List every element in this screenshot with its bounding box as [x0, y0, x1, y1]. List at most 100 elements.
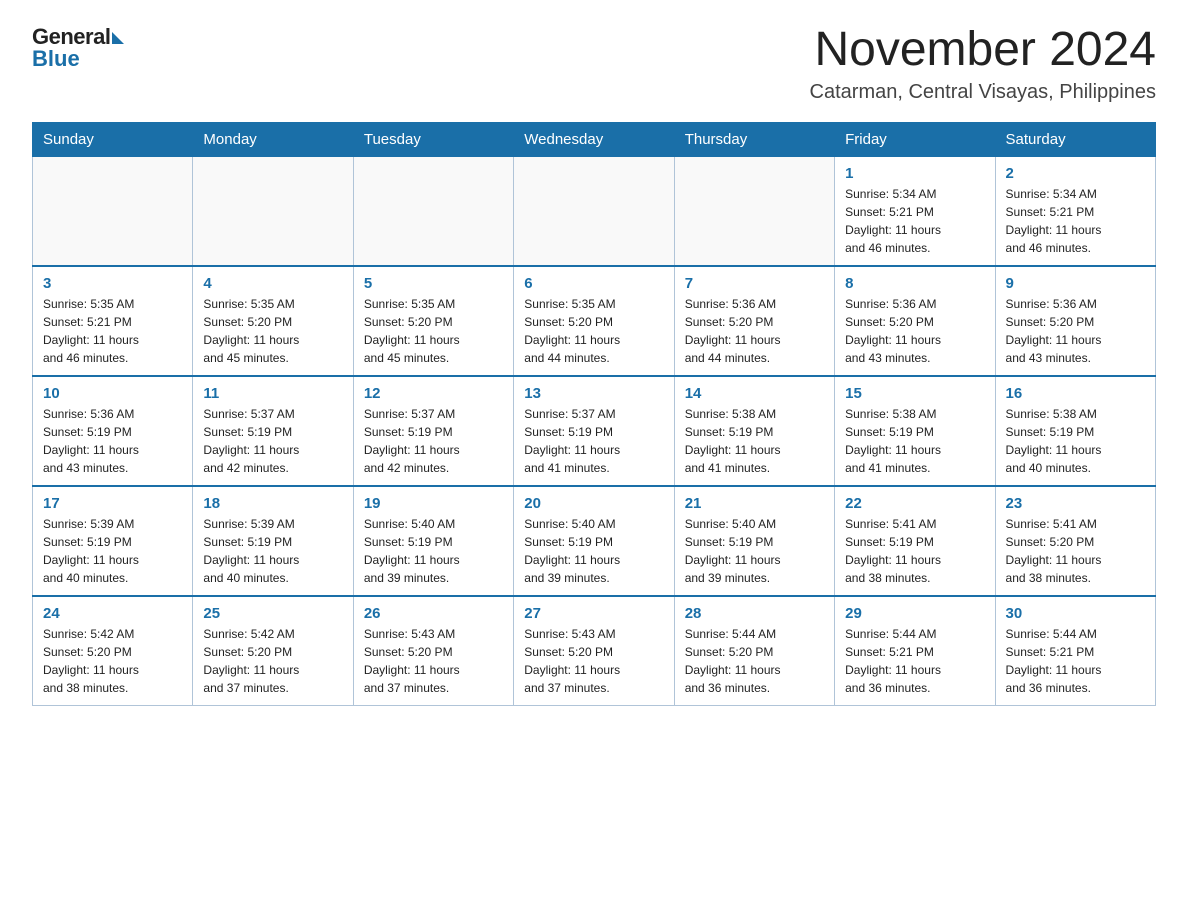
day-number: 29 — [845, 605, 984, 622]
day-number: 9 — [1006, 275, 1145, 292]
calendar-header: SundayMondayTuesdayWednesdayThursdayFrid… — [33, 122, 1156, 156]
day-number: 3 — [43, 275, 182, 292]
day-number: 6 — [524, 275, 663, 292]
calendar-cell: 5 Sunrise: 5:35 AM Sunset: 5:20 PM Daylig… — [353, 266, 513, 376]
weekday-header-saturday: Saturday — [995, 122, 1155, 156]
day-number: 8 — [845, 275, 984, 292]
day-number: 12 — [364, 385, 503, 402]
calendar-table: SundayMondayTuesdayWednesdayThursdayFrid… — [32, 122, 1156, 706]
day-info: Sunrise: 5:44 AM Sunset: 5:20 PM Dayligh… — [685, 625, 824, 697]
calendar-cell: 13 Sunrise: 5:37 AM Sunset: 5:19 PM Dayli… — [514, 376, 674, 486]
calendar-cell: 16 Sunrise: 5:38 AM Sunset: 5:19 PM Dayli… — [995, 376, 1155, 486]
day-number: 19 — [364, 495, 503, 512]
day-number: 11 — [203, 385, 342, 402]
day-info: Sunrise: 5:36 AM Sunset: 5:20 PM Dayligh… — [685, 295, 824, 367]
day-info: Sunrise: 5:35 AM Sunset: 5:21 PM Dayligh… — [43, 295, 182, 367]
day-info: Sunrise: 5:35 AM Sunset: 5:20 PM Dayligh… — [524, 295, 663, 367]
calendar-week-row: 1 Sunrise: 5:34 AM Sunset: 5:21 PM Daylig… — [33, 156, 1156, 266]
day-info: Sunrise: 5:41 AM Sunset: 5:19 PM Dayligh… — [845, 515, 984, 587]
calendar-cell: 1 Sunrise: 5:34 AM Sunset: 5:21 PM Daylig… — [835, 156, 995, 266]
weekday-header-monday: Monday — [193, 122, 353, 156]
day-number: 25 — [203, 605, 342, 622]
day-info: Sunrise: 5:36 AM Sunset: 5:20 PM Dayligh… — [1006, 295, 1145, 367]
title-block: November 2024 Catarman, Central Visayas,… — [810, 24, 1156, 104]
calendar-week-row: 3 Sunrise: 5:35 AM Sunset: 5:21 PM Daylig… — [33, 266, 1156, 376]
day-info: Sunrise: 5:36 AM Sunset: 5:20 PM Dayligh… — [845, 295, 984, 367]
calendar-cell — [353, 156, 513, 266]
day-number: 14 — [685, 385, 824, 402]
day-number: 24 — [43, 605, 182, 622]
day-info: Sunrise: 5:43 AM Sunset: 5:20 PM Dayligh… — [364, 625, 503, 697]
day-number: 17 — [43, 495, 182, 512]
calendar-cell: 29Sunrise: 5:44 AM Sunset: 5:21 PM Dayli… — [835, 596, 995, 706]
day-info: Sunrise: 5:37 AM Sunset: 5:19 PM Dayligh… — [203, 405, 342, 477]
day-info: Sunrise: 5:42 AM Sunset: 5:20 PM Dayligh… — [43, 625, 182, 697]
day-info: Sunrise: 5:40 AM Sunset: 5:19 PM Dayligh… — [524, 515, 663, 587]
day-number: 5 — [364, 275, 503, 292]
day-info: Sunrise: 5:35 AM Sunset: 5:20 PM Dayligh… — [364, 295, 503, 367]
day-info: Sunrise: 5:38 AM Sunset: 5:19 PM Dayligh… — [1006, 405, 1145, 477]
calendar-cell: 17 Sunrise: 5:39 AM Sunset: 5:19 PM Dayli… — [33, 486, 193, 596]
day-info: Sunrise: 5:35 AM Sunset: 5:20 PM Dayligh… — [203, 295, 342, 367]
day-number: 27 — [524, 605, 663, 622]
calendar-cell: 19 Sunrise: 5:40 AM Sunset: 5:19 PM Dayli… — [353, 486, 513, 596]
day-info: Sunrise: 5:43 AM Sunset: 5:20 PM Dayligh… — [524, 625, 663, 697]
day-info: Sunrise: 5:44 AM Sunset: 5:21 PM Dayligh… — [1006, 625, 1145, 697]
calendar-cell: 8 Sunrise: 5:36 AM Sunset: 5:20 PM Daylig… — [835, 266, 995, 376]
weekday-header-sunday: Sunday — [33, 122, 193, 156]
calendar-cell — [674, 156, 834, 266]
logo: General Blue — [32, 24, 124, 72]
calendar-cell: 14 Sunrise: 5:38 AM Sunset: 5:19 PM Dayli… — [674, 376, 834, 486]
calendar-cell: 22Sunrise: 5:41 AM Sunset: 5:19 PM Dayli… — [835, 486, 995, 596]
calendar-cell: 6 Sunrise: 5:35 AM Sunset: 5:20 PM Daylig… — [514, 266, 674, 376]
day-info: Sunrise: 5:39 AM Sunset: 5:19 PM Dayligh… — [203, 515, 342, 587]
day-number: 13 — [524, 385, 663, 402]
calendar-cell: 30 Sunrise: 5:44 AM Sunset: 5:21 PM Dayli… — [995, 596, 1155, 706]
day-number: 18 — [203, 495, 342, 512]
day-info: Sunrise: 5:37 AM Sunset: 5:19 PM Dayligh… — [364, 405, 503, 477]
calendar-week-row: 10 Sunrise: 5:36 AM Sunset: 5:19 PM Dayli… — [33, 376, 1156, 486]
day-number: 1 — [845, 165, 984, 182]
day-number: 4 — [203, 275, 342, 292]
calendar-cell: 20 Sunrise: 5:40 AM Sunset: 5:19 PM Dayli… — [514, 486, 674, 596]
calendar-cell: 21 Sunrise: 5:40 AM Sunset: 5:19 PM Dayli… — [674, 486, 834, 596]
day-info: Sunrise: 5:40 AM Sunset: 5:19 PM Dayligh… — [685, 515, 824, 587]
calendar-cell — [193, 156, 353, 266]
calendar-cell: 9 Sunrise: 5:36 AM Sunset: 5:20 PM Daylig… — [995, 266, 1155, 376]
calendar-cell: 26 Sunrise: 5:43 AM Sunset: 5:20 PM Dayli… — [353, 596, 513, 706]
day-info: Sunrise: 5:41 AM Sunset: 5:20 PM Dayligh… — [1006, 515, 1145, 587]
day-number: 21 — [685, 495, 824, 512]
weekday-header-friday: Friday — [835, 122, 995, 156]
month-year-title: November 2024 — [810, 24, 1156, 77]
day-info: Sunrise: 5:38 AM Sunset: 5:19 PM Dayligh… — [685, 405, 824, 477]
calendar-cell: 10 Sunrise: 5:36 AM Sunset: 5:19 PM Dayli… — [33, 376, 193, 486]
calendar-cell: 12 Sunrise: 5:37 AM Sunset: 5:19 PM Dayli… — [353, 376, 513, 486]
day-info: Sunrise: 5:37 AM Sunset: 5:19 PM Dayligh… — [524, 405, 663, 477]
day-info: Sunrise: 5:42 AM Sunset: 5:20 PM Dayligh… — [203, 625, 342, 697]
calendar-cell: 2 Sunrise: 5:34 AM Sunset: 5:21 PM Daylig… — [995, 156, 1155, 266]
day-info: Sunrise: 5:34 AM Sunset: 5:21 PM Dayligh… — [1006, 185, 1145, 257]
day-number: 2 — [1006, 165, 1145, 182]
calendar-cell: 7 Sunrise: 5:36 AM Sunset: 5:20 PM Daylig… — [674, 266, 834, 376]
page-header: General Blue November 2024 Catarman, Cen… — [32, 24, 1156, 104]
day-info: Sunrise: 5:39 AM Sunset: 5:19 PM Dayligh… — [43, 515, 182, 587]
calendar-cell: 11 Sunrise: 5:37 AM Sunset: 5:19 PM Dayli… — [193, 376, 353, 486]
day-number: 20 — [524, 495, 663, 512]
calendar-cell — [33, 156, 193, 266]
day-number: 23 — [1006, 495, 1145, 512]
day-number: 15 — [845, 385, 984, 402]
day-number: 16 — [1006, 385, 1145, 402]
calendar-cell: 25 Sunrise: 5:42 AM Sunset: 5:20 PM Dayli… — [193, 596, 353, 706]
weekday-header-thursday: Thursday — [674, 122, 834, 156]
day-info: Sunrise: 5:40 AM Sunset: 5:19 PM Dayligh… — [364, 515, 503, 587]
day-info: Sunrise: 5:34 AM Sunset: 5:21 PM Dayligh… — [845, 185, 984, 257]
day-number: 7 — [685, 275, 824, 292]
calendar-cell: 4 Sunrise: 5:35 AM Sunset: 5:20 PM Daylig… — [193, 266, 353, 376]
day-info: Sunrise: 5:36 AM Sunset: 5:19 PM Dayligh… — [43, 405, 182, 477]
calendar-cell: 18 Sunrise: 5:39 AM Sunset: 5:19 PM Dayli… — [193, 486, 353, 596]
day-number: 28 — [685, 605, 824, 622]
day-number: 10 — [43, 385, 182, 402]
day-number: 26 — [364, 605, 503, 622]
day-number: 30 — [1006, 605, 1145, 622]
calendar-week-row: 24 Sunrise: 5:42 AM Sunset: 5:20 PM Dayli… — [33, 596, 1156, 706]
